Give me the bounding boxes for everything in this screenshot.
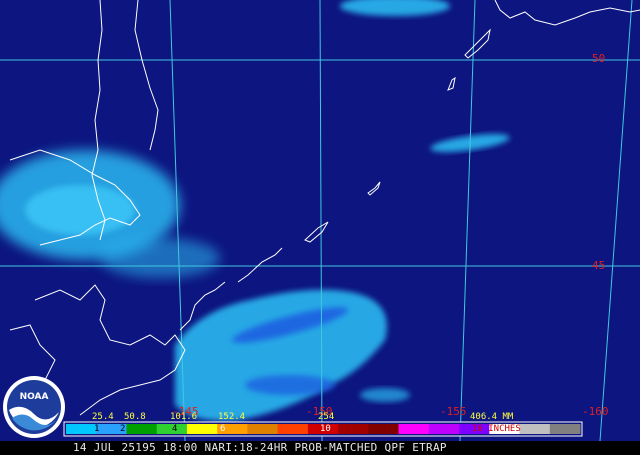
color-scale-step <box>338 424 369 434</box>
color-scale-step <box>186 424 218 434</box>
precip-area-south-east <box>360 388 410 402</box>
precip-area-west-core <box>25 185 135 235</box>
coastline-kamchatka <box>494 0 640 26</box>
scale-inch-label-4: 6 <box>220 424 226 434</box>
scale-mm-label-3: 101.6 <box>170 412 198 422</box>
color-scale-step <box>519 424 551 434</box>
scale-inch-label-3: 4 <box>172 424 178 434</box>
color-scale-step <box>247 424 279 434</box>
precip-area-south <box>175 289 387 421</box>
color-scale-step <box>398 424 430 434</box>
precip-area-north <box>340 0 450 16</box>
map-caption: 14 JUL 25195 18:00 NARI:18-24HR PROB-MAT… <box>0 441 640 455</box>
longitude-label-160: -160 <box>582 405 609 418</box>
qpf-map: 50 45 -145 -150 -155 -160 25.4 50.8 101.… <box>0 0 640 455</box>
coastline-kurile-2 <box>237 247 283 283</box>
color-scale-step <box>66 424 97 434</box>
longitude-line-155 <box>459 0 476 442</box>
scale-mm-label-2: 50.8 <box>124 412 146 422</box>
color-scale-step <box>549 424 581 434</box>
scale-inch-label-6: 16 INCHES <box>472 424 521 434</box>
color-scale-step <box>368 424 400 434</box>
svg-text:NOAA: NOAA <box>20 392 49 402</box>
scale-inch-label-5: 10 <box>320 424 331 434</box>
noaa-logo: NOAA <box>3 376 65 438</box>
coastline-kurile-6 <box>464 28 491 59</box>
precip-area-central <box>100 238 220 278</box>
scale-inch-label-1: 1 <box>94 424 100 434</box>
scale-inch-label-2: 2 <box>120 424 126 434</box>
coastline-kurile-5 <box>447 76 456 91</box>
latitude-label-45: 45 <box>592 259 606 272</box>
longitude-line-160 <box>599 0 633 442</box>
color-scale-step <box>126 424 158 434</box>
precip-areas <box>0 0 510 421</box>
scale-mm-label-6: 406.4 MM <box>470 412 514 422</box>
color-scale-step <box>277 424 309 434</box>
scale-mm-label-5: 254 <box>318 412 335 422</box>
coastline-kurile-4 <box>367 181 381 196</box>
latitude-label-50: 50 <box>592 52 606 65</box>
color-scale-step <box>428 424 460 434</box>
scale-mm-label-4: 152.4 <box>218 412 246 422</box>
map-canvas <box>0 0 640 442</box>
longitude-label-155: -155 <box>440 405 467 418</box>
coastline-kurile-3 <box>304 221 329 243</box>
scale-mm-label-1: 25.4 <box>92 412 114 422</box>
